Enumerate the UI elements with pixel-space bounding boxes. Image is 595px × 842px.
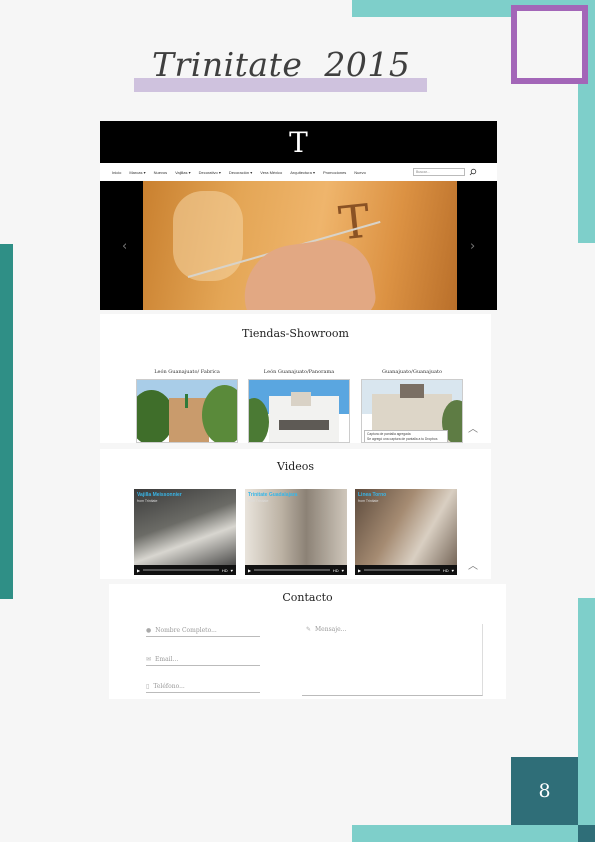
bottom-accent-bar: [352, 825, 595, 842]
nav-item-decoracion[interactable]: Decoración ▾: [229, 170, 252, 175]
notice-line-2: Se agregó una captura de pantalla a tu D…: [367, 436, 439, 441]
video-title[interactable]: Vajilla Meissonnier: [137, 492, 182, 498]
search-icon[interactable]: [469, 168, 477, 176]
email-placeholder: Email...: [155, 655, 179, 663]
dropbox-notice: Captura de pantalla agregada Se agregó u…: [364, 430, 448, 442]
page-number: 8: [511, 757, 578, 825]
video-source: from Trinitate: [248, 499, 269, 503]
video-title[interactable]: Linea Torno: [358, 492, 386, 498]
website-header-screenshot: T Inicio Marcas ▾ Nuevos Vajillas ▾ Deco…: [100, 121, 497, 310]
store-photo: [136, 379, 238, 443]
right-accent-bar-bottom: [578, 598, 595, 842]
video-player[interactable]: Trinitate Guadalajara from Trinitate ▶ H…: [245, 489, 347, 575]
video-controls: ▶ HD ♥: [134, 565, 236, 575]
nav-item-nuevo[interactable]: Nuevo: [354, 170, 366, 175]
showroom-title: Tiendas-Showroom: [241, 327, 349, 340]
video-controls: ▶ HD ♥: [245, 565, 347, 575]
showroom-screenshot: Tiendas-Showroom León Guanajuato/ Fabric…: [100, 314, 491, 443]
nav-item-promociones[interactable]: Promociones: [323, 170, 346, 175]
video-source: from Trinitate: [358, 499, 379, 503]
heart-icon[interactable]: ♥: [342, 568, 344, 573]
video-controls: ▶ HD ♥: [355, 565, 457, 575]
videos-screenshot: Videos Vajilla Meissonnier from Trinitat…: [100, 449, 491, 579]
heart-icon[interactable]: ♥: [452, 568, 454, 573]
contact-title: Contacto: [282, 591, 333, 604]
progress-bar[interactable]: [364, 569, 440, 571]
store-label: León Guanajuato/ Fabrica: [154, 369, 220, 375]
play-icon[interactable]: ▶: [358, 568, 361, 573]
hd-badge[interactable]: HD: [333, 568, 339, 573]
corner-square: [578, 825, 595, 842]
video-player[interactable]: Linea Torno from Trinitate ▶ HD ♥: [355, 489, 457, 575]
store-label: Guanajuato/Guanajuato: [381, 369, 443, 375]
site-nav: Inicio Marcas ▾ Nuevos Vajillas ▾ Decora…: [100, 163, 497, 181]
left-accent-bar: [0, 244, 13, 599]
hero-slider: T ‹ ›: [100, 181, 497, 310]
store-photo: [248, 379, 350, 443]
user-icon: ●: [146, 626, 152, 634]
video-source: from Trinitate: [137, 499, 158, 503]
store-photo: Captura de pantalla agregada Se agregó u…: [361, 379, 463, 443]
nav-item-marcas[interactable]: Marcas ▾: [129, 170, 145, 175]
scroll-up-icon[interactable]: ︿: [468, 420, 478, 435]
nav-item-arquitectura[interactable]: Arquitectura ▾: [290, 170, 315, 175]
message-placeholder: Mensaje...: [315, 626, 347, 633]
site-logo[interactable]: T: [289, 126, 308, 159]
progress-bar[interactable]: [254, 569, 330, 571]
name-placeholder: Nombre Completo...: [155, 626, 217, 634]
contact-screenshot: Contacto ● Nombre Completo... ✉ Email...…: [109, 584, 506, 699]
nav-item-decorativo[interactable]: Decorativo ▾: [199, 170, 221, 175]
hd-badge[interactable]: HD: [443, 568, 449, 573]
store-label: León Guanajuato/Panorama: [263, 369, 335, 375]
search-input[interactable]: Buscar...: [413, 168, 465, 176]
nav-search: Buscar...: [413, 168, 477, 176]
logo-band: T: [100, 121, 497, 163]
message-textarea[interactable]: [302, 624, 483, 696]
heart-icon[interactable]: ♥: [231, 568, 233, 573]
video-title[interactable]: Trinitate Guadalajara: [248, 492, 297, 498]
page-title: Trinitate 2015: [152, 45, 411, 84]
videos-title: Videos: [276, 460, 315, 473]
hero-image: T: [143, 181, 457, 310]
phone-placeholder: Teléfono...: [153, 682, 185, 690]
hd-badge[interactable]: HD: [222, 568, 228, 573]
phone-field[interactable]: ▯ Teléfono...: [146, 680, 260, 693]
nav-item-inicio[interactable]: Inicio: [112, 170, 121, 175]
envelope-icon: ✉: [146, 655, 152, 663]
scroll-up-icon[interactable]: ︿: [468, 557, 478, 572]
play-icon[interactable]: ▶: [137, 568, 140, 573]
play-icon[interactable]: ▶: [248, 568, 251, 573]
hero-blur: [173, 191, 243, 281]
nav-item-vajillas[interactable]: Vajillas ▾: [175, 170, 191, 175]
nav-item-nuevos[interactable]: Nuevos: [154, 170, 168, 175]
pencil-icon: ✎: [306, 626, 312, 633]
slider-prev-icon[interactable]: ‹: [122, 239, 127, 254]
slider-next-icon[interactable]: ›: [470, 239, 475, 254]
progress-bar[interactable]: [143, 569, 219, 571]
phone-icon: ▯: [146, 682, 150, 690]
nav-item-vera-mexico[interactable]: Vera México: [260, 170, 282, 175]
email-field[interactable]: ✉ Email...: [146, 653, 260, 666]
store-card[interactable]: León Guanajuato/ Fabrica: [136, 369, 238, 443]
store-card[interactable]: Guanajuato/Guanajuato Captura de pantall…: [361, 369, 463, 443]
name-field[interactable]: ● Nombre Completo...: [146, 624, 260, 637]
video-player[interactable]: Vajilla Meissonnier from Trinitate ▶ HD …: [134, 489, 236, 575]
store-card[interactable]: León Guanajuato/Panorama: [248, 369, 350, 443]
message-label: ✎ Mensaje...: [306, 626, 346, 633]
purple-square-frame: [511, 5, 588, 84]
